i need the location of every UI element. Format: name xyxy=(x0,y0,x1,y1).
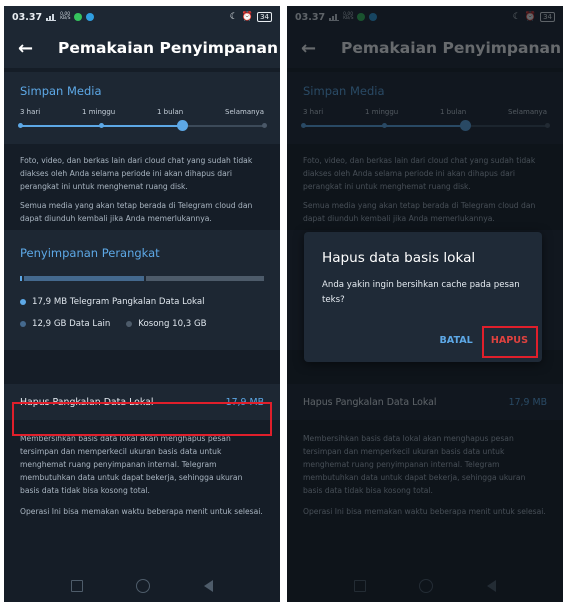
moon-icon: ☾ xyxy=(229,12,238,22)
status-time: 03.37 xyxy=(12,11,43,23)
media-section: Simpan Media 3 hari 1 minggu 1 bulan Sel… xyxy=(4,72,280,144)
system-nav-bar xyxy=(4,570,280,602)
legend-other-free: 12,9 GB Data Lain Kosong 10,3 GB xyxy=(4,319,280,329)
network-speed: 0,00KB/S xyxy=(60,11,71,21)
screen-storage-usage-dialog: 03.37 0,00KB/S ☾ ⏰ 34 ← Pemakaian Penyim… xyxy=(287,6,563,602)
dialog-title: Hapus data basis lokal xyxy=(322,250,476,266)
option-1-week: 1 minggu xyxy=(82,108,116,116)
status-bar: 03.37 0,00KB/S ☾ ⏰ 34 xyxy=(4,6,280,28)
back-arrow-icon[interactable]: ← xyxy=(18,38,42,59)
recent-apps-icon[interactable] xyxy=(70,580,83,592)
keep-media-slider[interactable] xyxy=(17,116,267,136)
device-storage-title: Penyimpanan Perangkat xyxy=(20,246,160,260)
device-storage-section: Penyimpanan Perangkat 17,9 MB Telegram P… xyxy=(4,230,280,350)
dialog-message: Anda yakin ingin bersihkan cache pada pe… xyxy=(322,280,520,305)
keep-media-labels: 3 hari 1 minggu 1 bulan Selamanya xyxy=(4,108,280,116)
highlight-confirm-button xyxy=(482,326,538,358)
legend-free-space: Kosong 10,3 GB xyxy=(138,319,207,329)
highlight-clear-row xyxy=(12,402,272,436)
screen-storage-usage: 03.37 0,00 KB/S ☾ ⏰ 34 ← Pemakaian Penyim… xyxy=(4,6,280,602)
page-title: Pemakaian Penyimpanan xyxy=(58,39,279,57)
signal-icon xyxy=(46,13,57,21)
option-1-month: 1 bulan xyxy=(157,108,184,116)
storage-usage-bar xyxy=(20,276,264,281)
telegram-icon xyxy=(86,13,95,21)
app-bar: ← Pemakaian Penyimpanan xyxy=(4,28,280,68)
back-nav-icon[interactable] xyxy=(204,580,214,592)
option-3-days: 3 hari xyxy=(20,108,41,116)
legend-other-data: 12,9 GB Data Lain xyxy=(32,319,111,329)
whatsapp-icon xyxy=(74,13,83,21)
battery-icon: 34 xyxy=(257,12,272,22)
home-icon[interactable] xyxy=(136,579,151,593)
option-forever: Selamanya xyxy=(225,108,264,116)
media-hint: Foto, video, dan berkas lain dari cloud … xyxy=(4,144,280,230)
clear-hint: Membersihkan basis data lokal akan mengh… xyxy=(4,420,280,580)
clear-hint-1: Membersihkan basis data lokal akan mengh… xyxy=(20,434,243,495)
legend-local-db: 17,9 MB Telegram Pangkalan Data Lokal xyxy=(4,297,280,307)
media-hint-2: Semua media yang akan tetap berada di Te… xyxy=(20,201,253,223)
slider-thumb[interactable] xyxy=(177,120,189,131)
clear-hint-2: Operasi Ini bisa memakan waktu beberapa … xyxy=(20,507,263,516)
cancel-button[interactable]: BATAL xyxy=(439,335,472,346)
media-section-title: Simpan Media xyxy=(20,84,102,98)
alarm-icon: ⏰ xyxy=(241,12,254,22)
media-hint-1: Foto, video, dan berkas lain dari cloud … xyxy=(20,156,253,191)
